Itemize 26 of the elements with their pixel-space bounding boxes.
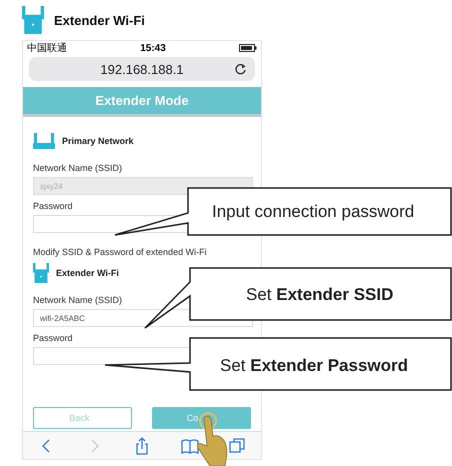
callout-text: Input connection password (212, 202, 414, 222)
field-label: Password (33, 333, 74, 343)
field-label: Network Name (SSID) (33, 295, 124, 305)
book-icon[interactable] (180, 436, 199, 454)
extender-icon (22, 6, 44, 34)
app-title: Extender Wi-Fi (54, 12, 145, 28)
callout-text: Set Extender Password (220, 356, 408, 376)
section-heading: Primary Network (62, 136, 134, 146)
connect-button[interactable]: Co (152, 407, 251, 429)
field-label: Network Name (SSID) (33, 163, 124, 173)
section-note: Modify SSID & Password of extended Wi-Fi (33, 247, 208, 257)
address-bar[interactable]: 192.168.188.1 (29, 57, 255, 81)
pointing-hand-drawing (197, 412, 228, 466)
field-label: Password (33, 201, 74, 211)
url-text: 192.168.188.1 (100, 62, 184, 76)
extender-icon (33, 262, 49, 284)
page-header: Extender Mode (23, 87, 261, 117)
tabs-icon[interactable] (228, 436, 246, 454)
router-icon (33, 133, 55, 149)
battery-icon (238, 44, 257, 52)
carrier-label: 中国联通 (27, 42, 67, 55)
reload-icon[interactable] (235, 63, 247, 75)
back-button[interactable]: Back (33, 407, 132, 429)
section-heading: Extender Wi-Fi (56, 268, 119, 278)
status-time: 15:43 (140, 42, 166, 54)
callout-text: Set Extender SSID (246, 285, 394, 305)
